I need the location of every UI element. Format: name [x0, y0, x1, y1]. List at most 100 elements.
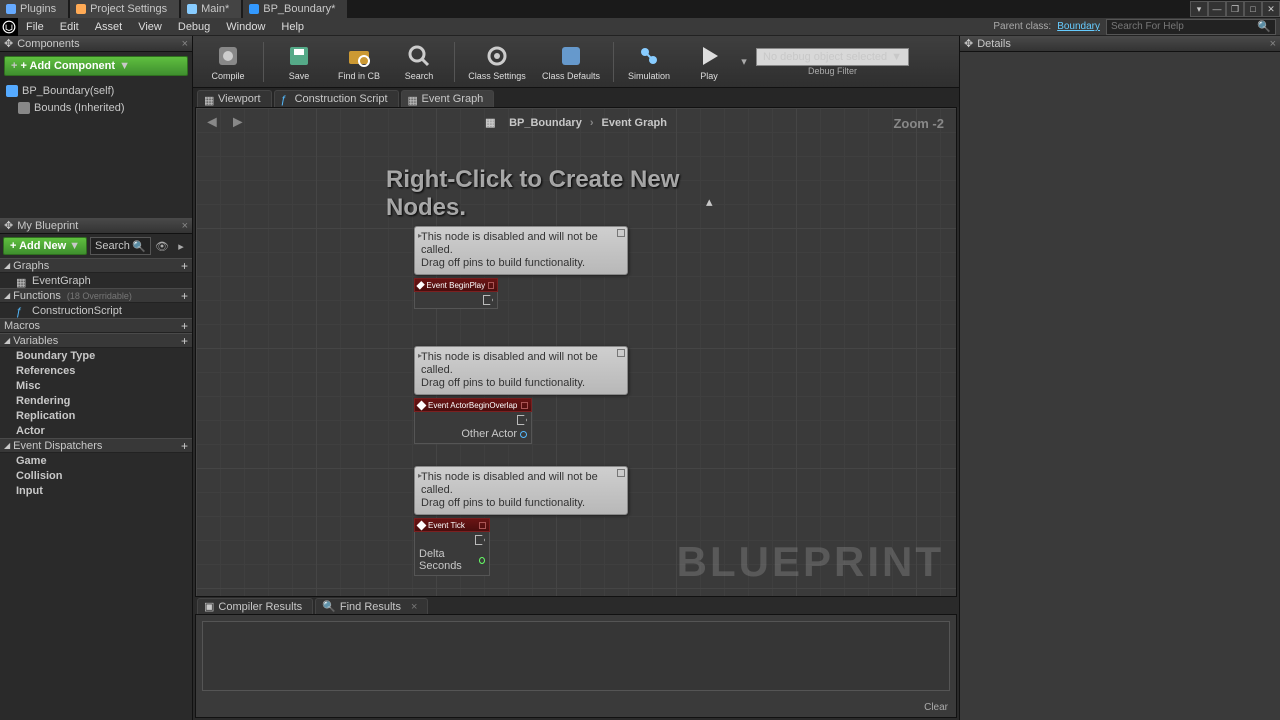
close-icon[interactable]: ×: [411, 601, 417, 613]
window-maximize-icon[interactable]: □: [1244, 1, 1262, 17]
nav-back-icon[interactable]: ◄: [204, 114, 220, 132]
tab-find-results[interactable]: 🔍Find Results×: [315, 598, 428, 614]
node-beginplay-group[interactable]: ▸This node is disabled and will not be c…: [414, 226, 628, 309]
pin-icon[interactable]: [617, 349, 625, 357]
node-toggle-icon[interactable]: [521, 402, 528, 409]
event-tick-header[interactable]: Event Tick: [414, 518, 490, 532]
item-constructionscript[interactable]: ƒConstructionScript: [0, 303, 192, 318]
play-dropdown-icon[interactable]: ▾: [740, 55, 748, 68]
app-tab-project-settings[interactable]: Project Settings: [70, 0, 179, 18]
pin-icon[interactable]: [617, 229, 625, 237]
clear-button[interactable]: Clear: [924, 702, 948, 713]
window-minimize-icon[interactable]: —: [1208, 1, 1226, 17]
results-panel: Clear: [195, 614, 957, 718]
app-tab-bp-boundary[interactable]: BP_Boundary*: [243, 0, 347, 18]
help-search-input[interactable]: Search For Help🔍: [1106, 19, 1276, 35]
exec-pin[interactable]: [475, 535, 485, 545]
node-tick-group[interactable]: ▸This node is disabled and will not be c…: [414, 466, 628, 576]
results-box[interactable]: [202, 621, 950, 691]
tree-child[interactable]: Bounds (Inherited): [0, 99, 192, 116]
exec-pin[interactable]: [517, 415, 527, 425]
pin-icon[interactable]: [617, 469, 625, 477]
add-icon[interactable]: +: [181, 259, 188, 273]
var-boundarytype[interactable]: Boundary Type: [0, 348, 192, 363]
window-close-icon[interactable]: ✕: [1262, 1, 1280, 17]
menu-file[interactable]: File: [18, 21, 52, 33]
node-toggle-icon[interactable]: [479, 522, 486, 529]
class-settings-button[interactable]: Class Settings: [461, 38, 533, 86]
parent-class-link[interactable]: Boundary: [1057, 21, 1100, 32]
cat-graphs[interactable]: ◢Graphs+: [0, 258, 192, 273]
var-rendering[interactable]: Rendering: [0, 393, 192, 408]
nav-forward-icon[interactable]: ►: [230, 114, 246, 132]
graph-canvas[interactable]: ◄ ► ▦ BP_Boundary › Event Graph Zoom -2 …: [195, 107, 957, 597]
window-restore-icon[interactable]: ❐: [1226, 1, 1244, 17]
class-defaults-button[interactable]: Class Defaults: [535, 38, 607, 86]
details-panel: [960, 52, 1280, 720]
close-icon[interactable]: ×: [182, 38, 188, 50]
simulation-icon: [636, 43, 662, 69]
close-icon[interactable]: ×: [1270, 38, 1276, 50]
ed-collision[interactable]: Collision: [0, 468, 192, 483]
tab-viewport[interactable]: ▦Viewport: [197, 90, 272, 107]
function-icon: ƒ: [16, 306, 28, 316]
add-icon[interactable]: +: [181, 334, 188, 348]
cat-eventdispatchers[interactable]: ◢Event Dispatchers+: [0, 438, 192, 453]
node-toggle-icon[interactable]: [488, 282, 494, 289]
delta-seconds-pin[interactable]: Delta Seconds: [419, 548, 485, 572]
play-button[interactable]: Play: [680, 38, 738, 86]
app-tab-main[interactable]: Main*: [181, 0, 241, 18]
breadcrumb-graph[interactable]: Event Graph: [602, 117, 667, 129]
compile-button[interactable]: Compile: [199, 38, 257, 86]
ed-game[interactable]: Game: [0, 453, 192, 468]
window-min-left-icon[interactable]: ▾: [1190, 1, 1208, 17]
blueprint-icon: [249, 4, 259, 14]
app-tab-plugins[interactable]: Plugins: [0, 0, 68, 18]
save-button[interactable]: Save: [270, 38, 328, 86]
search-button[interactable]: Search: [390, 38, 448, 86]
var-misc[interactable]: Misc: [0, 378, 192, 393]
debug-object-select[interactable]: No debug object selected▼: [756, 48, 909, 66]
close-icon[interactable]: ×: [182, 220, 188, 232]
play-icon: [696, 43, 722, 69]
view-options-dropdown-icon[interactable]: ▸: [173, 238, 189, 254]
cat-macros[interactable]: Macros+: [0, 318, 192, 333]
myblueprint-search-input[interactable]: Search🔍: [90, 237, 151, 255]
menu-asset[interactable]: Asset: [87, 21, 131, 33]
menu-debug[interactable]: Debug: [170, 21, 218, 33]
item-eventgraph[interactable]: ▦EventGraph: [0, 273, 192, 288]
menu-view[interactable]: View: [130, 21, 170, 33]
menu-window[interactable]: Window: [218, 21, 273, 33]
cat-functions[interactable]: ◢Functions(18 Overridable)+: [0, 288, 192, 303]
exec-pin[interactable]: [483, 295, 493, 305]
add-icon[interactable]: +: [181, 319, 188, 333]
add-icon[interactable]: +: [181, 439, 188, 453]
event-overlap-header[interactable]: Event ActorBeginOverlap: [414, 398, 532, 412]
var-references[interactable]: References: [0, 363, 192, 378]
simulation-button[interactable]: Simulation: [620, 38, 678, 86]
find-icon: 🔍: [322, 600, 336, 613]
event-beginplay-header[interactable]: Event BeginPlay: [414, 278, 498, 292]
add-icon[interactable]: +: [181, 289, 188, 303]
var-replication[interactable]: Replication: [0, 408, 192, 423]
other-actor-pin[interactable]: Other Actor: [461, 428, 527, 440]
var-actor[interactable]: Actor: [0, 423, 192, 438]
event-icon: [417, 520, 427, 530]
tab-construction-script[interactable]: ƒConstruction Script: [274, 90, 399, 107]
ed-input[interactable]: Input: [0, 483, 192, 498]
find-in-cb-button[interactable]: Find in CB: [330, 38, 388, 86]
tree-root[interactable]: BP_Boundary(self): [0, 82, 192, 99]
tab-event-graph[interactable]: ▦Event Graph: [401, 90, 495, 107]
node-overlap-group[interactable]: ▸This node is disabled and will not be c…: [414, 346, 628, 444]
actor-icon: [6, 85, 18, 97]
ue-logo-icon[interactable]: [0, 18, 18, 36]
view-options-icon[interactable]: 👁: [154, 238, 170, 254]
breadcrumb-bp[interactable]: BP_Boundary: [509, 117, 582, 129]
menu-help[interactable]: Help: [273, 21, 312, 33]
event-icon: [417, 400, 427, 410]
cat-variables[interactable]: ◢Variables+: [0, 333, 192, 348]
tab-compiler-results[interactable]: ▣Compiler Results: [197, 598, 313, 614]
add-new-button[interactable]: + Add New▼: [3, 237, 87, 255]
add-component-button[interactable]: ++ Add Component▼: [4, 56, 188, 76]
menu-edit[interactable]: Edit: [52, 21, 87, 33]
